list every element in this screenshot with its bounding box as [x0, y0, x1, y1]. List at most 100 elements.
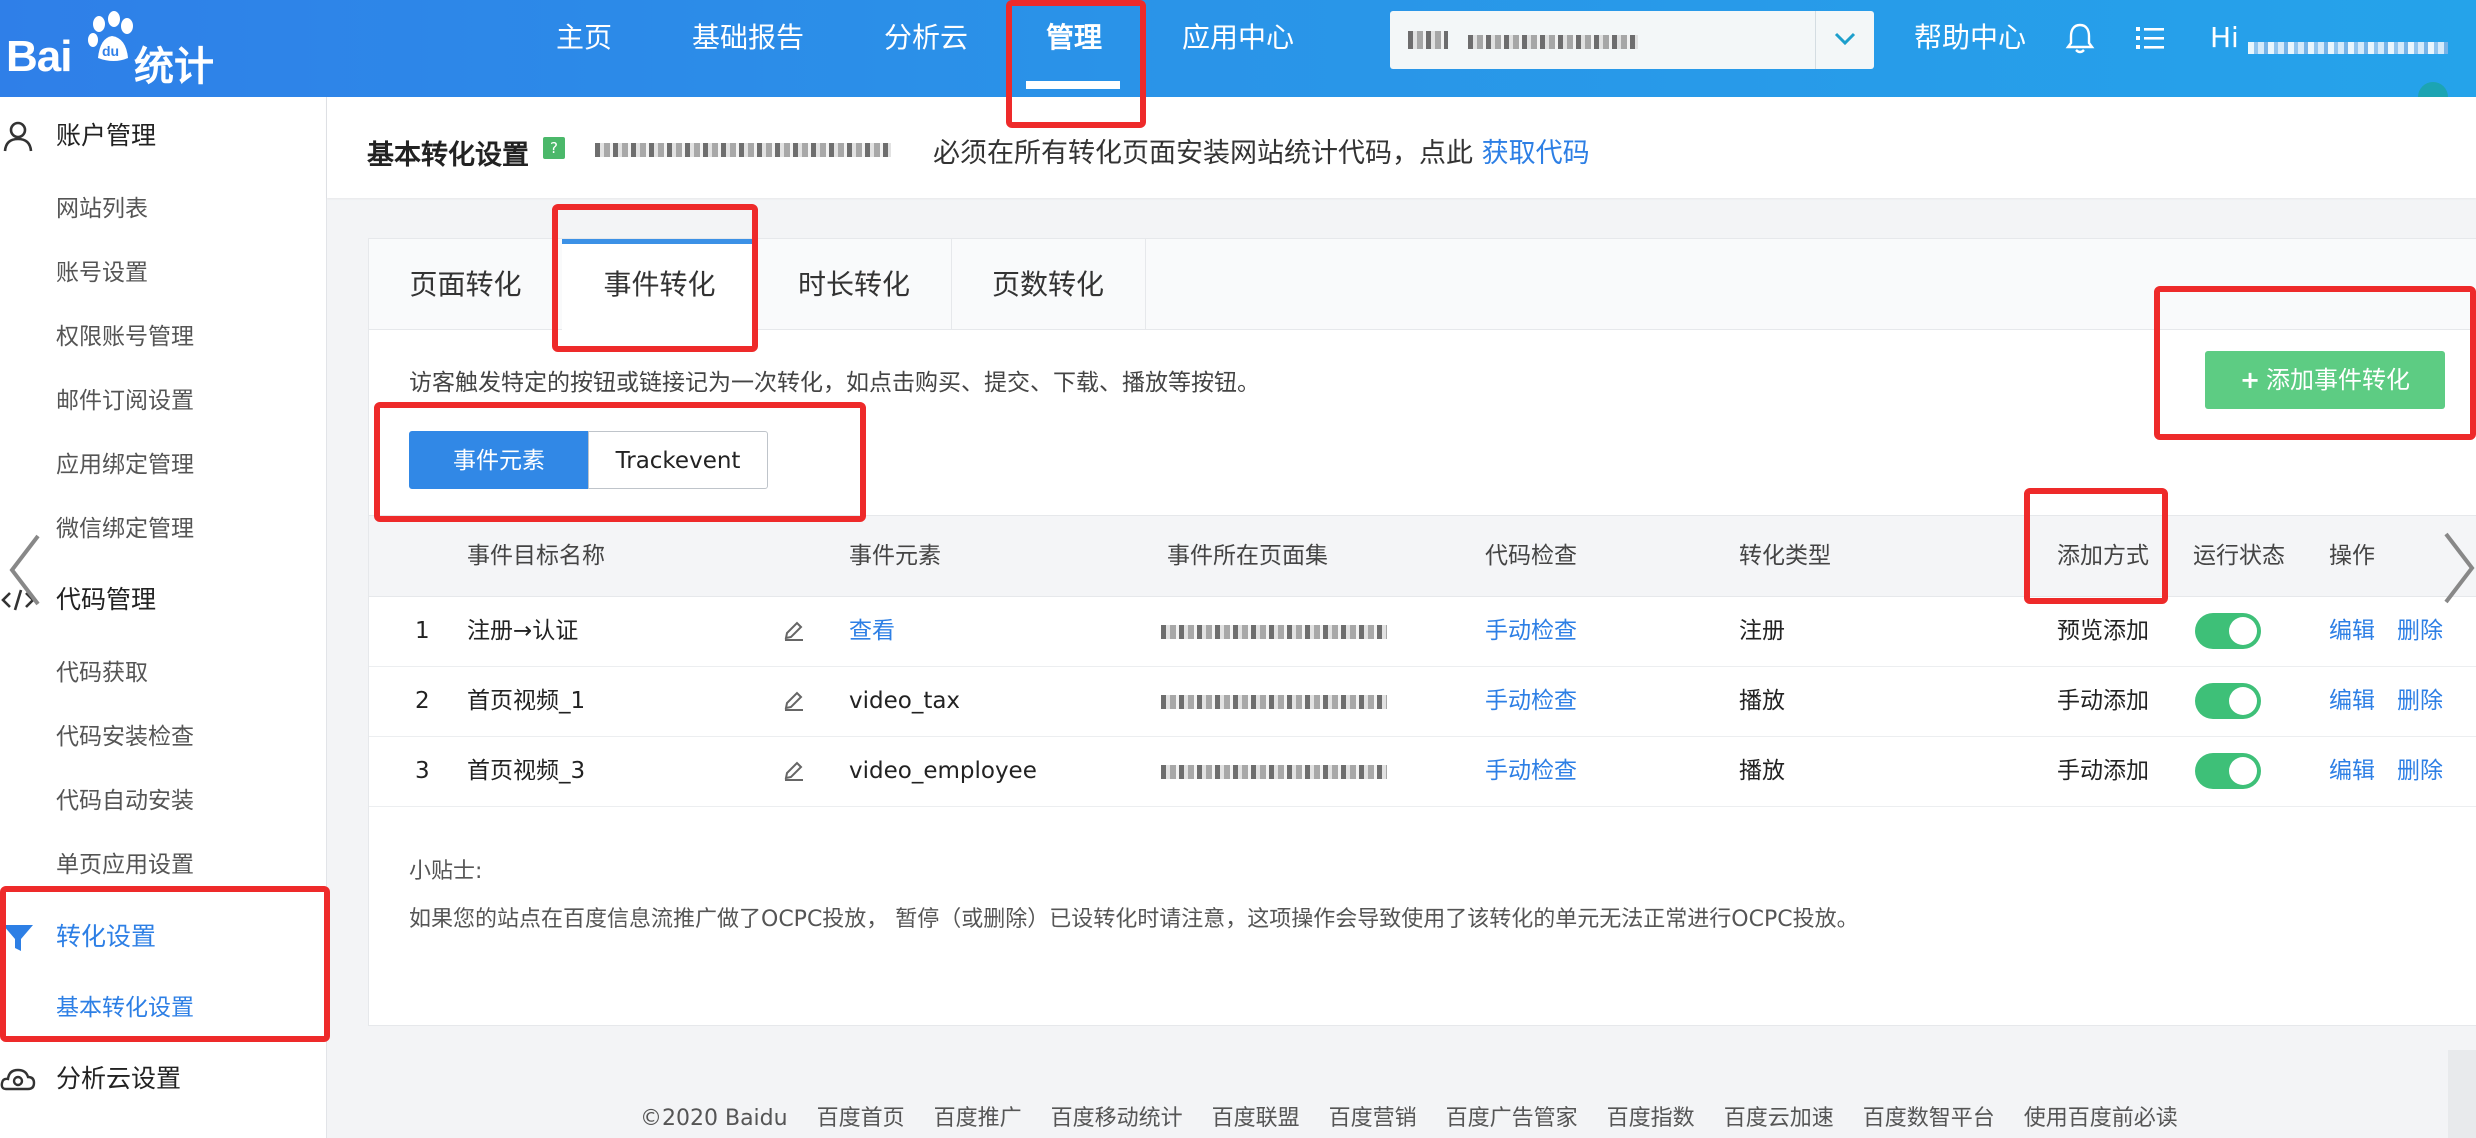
row-edit-link[interactable]: 编辑 [2329, 666, 2375, 736]
col-header-code-check: 代码检查 [1485, 543, 1577, 569]
sidebar-item-basic-conversion[interactable]: 基本转化设置 [56, 988, 194, 1028]
sidebar-item-get-code[interactable]: 代码获取 [56, 653, 148, 693]
add-event-conversion-button[interactable]: + 添加事件转化 [2205, 351, 2445, 409]
sidebar-group-code[interactable]: 代码管理 [0, 572, 326, 632]
nav-app-center[interactable]: 应用中心 [1182, 0, 1294, 97]
sidebar-item-account-settings[interactable]: 账号设置 [56, 253, 148, 293]
row-element-link[interactable]: 查看 [849, 596, 895, 666]
sidebar-item-permission-accounts[interactable]: 权限账号管理 [56, 317, 194, 357]
row-method: 手动添加 [2057, 758, 2149, 784]
row-type: 播放 [1739, 758, 1785, 784]
row-index: 2 [415, 688, 430, 714]
site-name-redacted [1408, 31, 1448, 49]
footer-link[interactable]: 百度移动统计 [1051, 1106, 1183, 1131]
menu-list-icon[interactable] [2132, 20, 2168, 56]
help-center-link[interactable]: 帮助中心 [1914, 0, 2026, 76]
col-header-add-method: 添加方式 [2057, 543, 2149, 569]
chevron-right-icon[interactable] [2440, 528, 2476, 608]
segment-event-element[interactable]: 事件元素 [409, 431, 589, 489]
run-status-toggle[interactable] [2195, 683, 2261, 719]
edit-pencil-icon[interactable] [783, 620, 805, 642]
footer-link[interactable]: 百度推广 [934, 1106, 1022, 1131]
footer-copyright: ©2020 Baidu [640, 1106, 788, 1131]
sidebar-group-label: 转化设置 [56, 922, 157, 951]
segment-trackevent[interactable]: Trackevent [588, 431, 768, 489]
footer-link[interactable]: 百度联盟 [1212, 1106, 1300, 1131]
help-badge-icon[interactable]: ? [543, 137, 565, 159]
footer-link[interactable]: 百度营销 [1329, 1106, 1417, 1131]
svg-text:du: du [102, 43, 119, 59]
site-select-dropdown[interactable] [1390, 11, 1874, 69]
sidebar-group-account[interactable]: 账户管理 [0, 108, 326, 168]
row-edit-link[interactable]: 编辑 [2329, 596, 2375, 666]
sidebar-item-code-install-check[interactable]: 代码安装检查 [56, 717, 194, 757]
sidebar-group-label: 账户管理 [56, 121, 157, 150]
row-check-link[interactable]: 手动检查 [1485, 736, 1577, 806]
bell-icon[interactable] [2062, 20, 2098, 56]
add-button-label: 添加事件转化 [2266, 366, 2411, 394]
col-header-element: 事件元素 [849, 543, 941, 569]
tab-pages-conversion[interactable]: 页数转化 [951, 239, 1146, 329]
row-delete-link[interactable]: 删除 [2397, 736, 2443, 806]
row-name: 注册→认证 [467, 618, 579, 644]
row-name: 首页视频_3 [467, 758, 586, 784]
sidebar-item-email-subscription[interactable]: 邮件订阅设置 [56, 381, 194, 421]
hint-text: 必须在所有转化页面安装网站统计代码，点此 [933, 138, 1473, 169]
edit-pencil-icon[interactable] [783, 690, 805, 712]
footer-link[interactable]: 使用百度前必读 [2024, 1106, 2178, 1131]
col-header-name: 事件目标名称 [467, 543, 605, 569]
nav-manage[interactable]: 管理 [1016, 0, 1130, 97]
dropdown-toggle[interactable] [1815, 11, 1874, 69]
sidebar-group-cloud-settings[interactable]: 分析云设置 [0, 1051, 326, 1111]
row-type: 注册 [1739, 618, 1785, 644]
page-title: 基本转化设置 [367, 140, 529, 171]
site-name-redacted [595, 143, 891, 157]
sidebar-item-app-binding[interactable]: 应用绑定管理 [56, 445, 194, 485]
row-edit-link[interactable]: 编辑 [2329, 736, 2375, 806]
nav-analytics-cloud[interactable]: 分析云 [884, 0, 968, 97]
sidebar-item-website-list[interactable]: 网站列表 [56, 189, 148, 229]
footer-link[interactable]: 百度首页 [817, 1106, 905, 1131]
username-redacted [2248, 42, 2448, 54]
baidu-paw-icon: du [88, 11, 133, 61]
run-status-toggle[interactable] [2195, 613, 2261, 649]
tab-event-conversion[interactable]: 事件转化 [562, 239, 758, 330]
row-element: video_tax [849, 688, 961, 714]
tab-page-conversion[interactable]: 页面转化 [369, 239, 563, 329]
scrollbar[interactable] [2448, 1050, 2476, 1138]
nav-home[interactable]: 主页 [556, 0, 612, 97]
sidebar-item-wechat-binding[interactable]: 微信绑定管理 [56, 509, 194, 549]
edit-pencil-icon[interactable] [783, 760, 805, 782]
run-status-toggle[interactable] [2195, 753, 2261, 789]
col-header-run-status: 运行状态 [2193, 543, 2285, 569]
sidebar-item-code-auto-install[interactable]: 代码自动安装 [56, 781, 194, 821]
row-delete-link[interactable]: 删除 [2397, 596, 2443, 666]
get-code-link[interactable]: 获取代码 [1482, 138, 1590, 169]
chevron-left-icon[interactable] [4, 530, 44, 610]
sidebar-group-conversion[interactable]: 转化设置 [0, 909, 326, 969]
logo-text: Bai [6, 32, 72, 81]
sidebar-group-label: 代码管理 [56, 585, 157, 614]
row-delete-link[interactable]: 删除 [2397, 666, 2443, 736]
footer-link[interactable]: 百度数智平台 [1863, 1106, 1995, 1131]
logo-suffix: 统计 [134, 44, 214, 90]
footer-link[interactable]: 百度云加速 [1724, 1106, 1834, 1131]
nav-basic-reports[interactable]: 基础报告 [692, 0, 804, 97]
footer-link[interactable]: 百度广告管家 [1446, 1106, 1578, 1131]
row-method: 手动添加 [2057, 688, 2149, 714]
site-url-redacted [1468, 35, 1638, 49]
row-check-link[interactable]: 手动检查 [1485, 596, 1577, 666]
user-greeting[interactable]: Hi [2210, 0, 2239, 76]
tab-duration-conversion[interactable]: 时长转化 [757, 239, 952, 329]
pageset-redacted [1161, 625, 1387, 639]
sidebar-item-spa-settings[interactable]: 单页应用设置 [56, 845, 194, 885]
row-index: 1 [415, 618, 430, 644]
row-name: 首页视频_1 [467, 688, 586, 714]
footer-link[interactable]: 百度指数 [1607, 1106, 1695, 1131]
conversion-tabs: 页面转化 事件转化 时长转化 页数转化 [369, 239, 2476, 330]
tips-body: 如果您的站点在百度信息流推广做了OCPC投放， 暂停（或删除）已设转化时请注意，… [409, 907, 1859, 932]
pageset-redacted [1161, 695, 1387, 709]
sidebar-group-label: 分析云设置 [56, 1064, 182, 1093]
table-header: 事件目标名称 事件元素 事件所在页面集 代码检查 转化类型 添加方式 运行状态 … [369, 515, 2476, 597]
row-check-link[interactable]: 手动检查 [1485, 666, 1577, 736]
